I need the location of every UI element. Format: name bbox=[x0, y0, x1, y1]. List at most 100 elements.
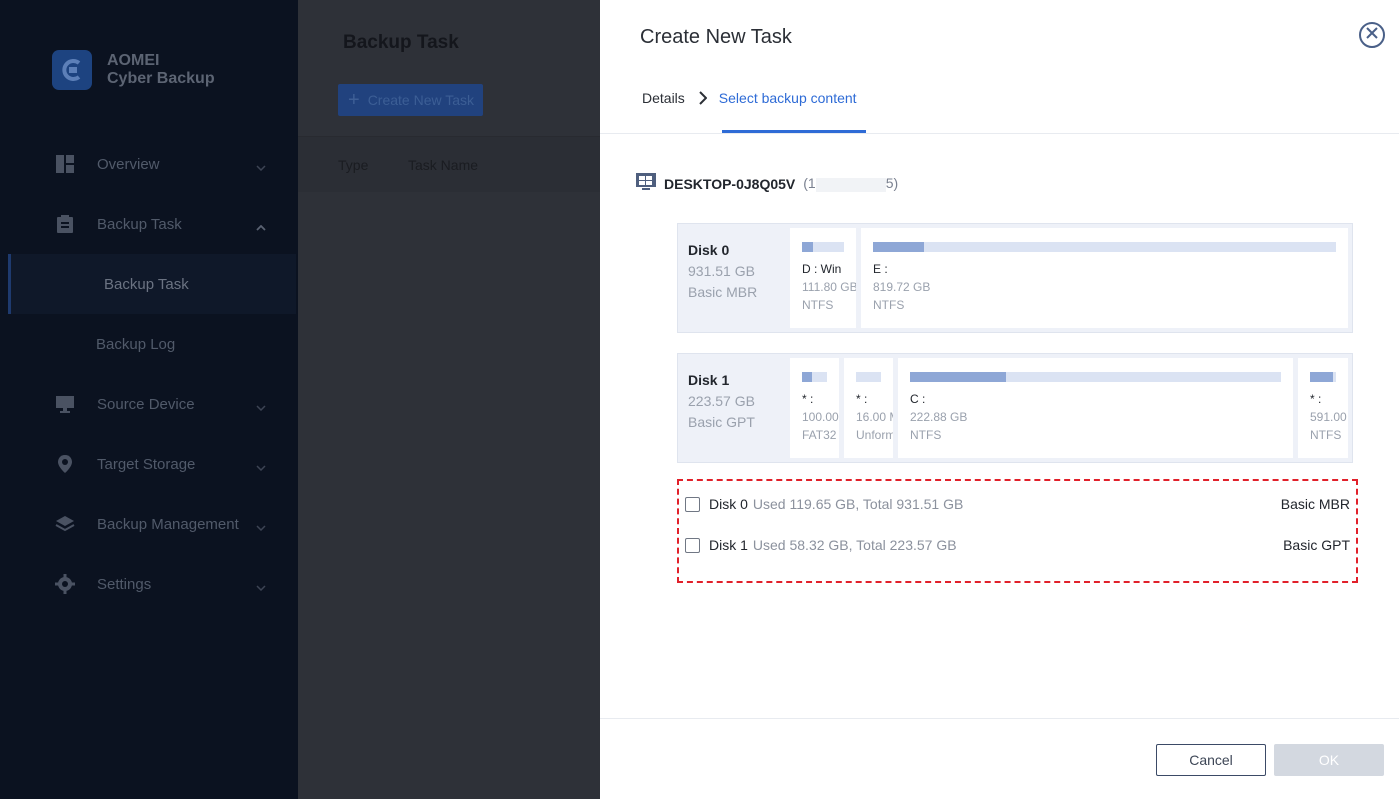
partition-size: 16.00 MB bbox=[856, 410, 893, 424]
disk-1-select-row[interactable]: Disk 1 Used 58.32 GB, Total 223.57 GB Ba… bbox=[685, 534, 1350, 556]
ip-redaction bbox=[815, 177, 886, 192]
partition[interactable]: D : Win 111.80 GB NTFS bbox=[790, 228, 856, 328]
chevron-down-icon bbox=[256, 398, 266, 415]
dashboard-icon bbox=[55, 154, 75, 174]
disk-1-checkbox[interactable] bbox=[685, 537, 700, 553]
chevron-right-icon bbox=[699, 91, 707, 105]
disk-info: Disk 1 223.57 GB Basic GPT bbox=[688, 370, 755, 433]
brand-text: AOMEI Cyber Backup bbox=[107, 52, 215, 88]
device-name: DESKTOP-0J8Q05V bbox=[664, 175, 796, 192]
chevron-down-icon bbox=[256, 458, 266, 475]
cancel-button[interactable]: Cancel bbox=[1156, 744, 1266, 776]
sidebar-item-label: Settings bbox=[97, 575, 152, 593]
partition-label: D : Win bbox=[802, 262, 842, 276]
disk-size: 223.57 GB bbox=[688, 393, 755, 409]
sidebar-item-label: Overview bbox=[97, 155, 160, 173]
partition-label: * : bbox=[802, 392, 814, 406]
partition[interactable]: E : 819.72 GB NTFS bbox=[861, 228, 1348, 328]
step-select-backup-content[interactable]: Select backup content bbox=[719, 90, 857, 106]
sidebar-item-overview[interactable]: Overview bbox=[0, 134, 298, 194]
device-header: DESKTOP-0J8Q05V (1 5) bbox=[636, 173, 898, 194]
device-ip-suffix: 5) bbox=[885, 175, 899, 192]
disk-1-map[interactable]: Disk 1 223.57 GB Basic GPT * : 100.00 MB… bbox=[677, 353, 1353, 463]
partition-fs: NTFS bbox=[910, 428, 942, 442]
disk-select-usage: Used 58.32 GB, Total 223.57 GB bbox=[752, 537, 957, 553]
disk-0-checkbox[interactable] bbox=[685, 496, 700, 512]
partition-fs: FAT32 bbox=[802, 428, 837, 442]
sidebar-item-settings[interactable]: Settings bbox=[0, 554, 298, 614]
chevron-down-icon bbox=[256, 578, 266, 595]
main-content: Backup Task + Create New Task Type Task … bbox=[298, 0, 600, 799]
sidebar-item-backup-task[interactable]: Backup Task bbox=[0, 194, 298, 254]
location-pin-icon bbox=[55, 454, 75, 474]
sidebar: AOMEI Cyber Backup Overview Backup Task … bbox=[0, 0, 298, 799]
column-header-task-name[interactable]: Task Name bbox=[408, 157, 478, 173]
disk-0-map[interactable]: Disk 0 931.51 GB Basic MBR D : Win 111.8… bbox=[677, 223, 1353, 333]
disk-select-usage: Used 119.65 GB, Total 931.51 GB bbox=[752, 496, 964, 512]
dialog-title: Create New Task bbox=[640, 26, 792, 48]
disk-select-type: Basic GPT bbox=[1283, 537, 1350, 553]
partition-fs: NTFS bbox=[802, 298, 834, 312]
column-header-type[interactable]: Type bbox=[338, 157, 368, 173]
usage-bar bbox=[910, 372, 1281, 382]
usage-bar-fill bbox=[802, 242, 813, 252]
partition[interactable]: * : 591.00 MB NTFS bbox=[1298, 358, 1348, 458]
close-button[interactable] bbox=[1359, 22, 1385, 48]
partition[interactable]: * : 100.00 MB FAT32 bbox=[790, 358, 839, 458]
ok-button[interactable]: OK bbox=[1274, 744, 1384, 776]
usage-bar bbox=[802, 242, 844, 252]
partition-label: E : bbox=[873, 262, 888, 276]
disk-size: 931.51 GB bbox=[688, 263, 755, 279]
step-breadcrumb: Details Select backup content bbox=[642, 90, 857, 106]
chevron-down-icon bbox=[256, 518, 266, 535]
partition-label: C : bbox=[910, 392, 926, 406]
brand: AOMEI Cyber Backup bbox=[52, 50, 215, 90]
usage-bar bbox=[1310, 372, 1336, 382]
page-title: Backup Task bbox=[343, 32, 459, 53]
create-task-dialog: Create New Task Details Select backup co… bbox=[600, 0, 1399, 799]
partition-fs: NTFS bbox=[1310, 428, 1342, 442]
sidebar-nav: Overview Backup Task Backup Task Backup … bbox=[0, 134, 298, 614]
create-new-task-button[interactable]: + Create New Task bbox=[338, 84, 483, 116]
sidebar-item-label: Source Device bbox=[97, 395, 195, 413]
usage-bar bbox=[856, 372, 881, 382]
step-details[interactable]: Details bbox=[642, 90, 685, 106]
disk-0-select-row[interactable]: Disk 0 Used 119.65 GB, Total 931.51 GB B… bbox=[685, 493, 1350, 515]
brand-line-1: AOMEI bbox=[107, 52, 160, 69]
sidebar-subitem-backup-task[interactable]: Backup Task bbox=[8, 254, 296, 314]
usage-bar bbox=[802, 372, 827, 382]
usage-bar-fill bbox=[802, 372, 812, 382]
footer-divider bbox=[600, 718, 1399, 719]
sidebar-item-source-device[interactable]: Source Device bbox=[0, 374, 298, 434]
partition-fs: Unformatted bbox=[856, 428, 893, 442]
sidebar-item-label: Backup Task bbox=[97, 215, 182, 233]
disk-type: Basic GPT bbox=[688, 414, 755, 430]
sidebar-item-backup-management[interactable]: Backup Management bbox=[0, 494, 298, 554]
chevron-up-icon bbox=[256, 218, 266, 235]
sidebar-subitem-backup-log[interactable]: Backup Log bbox=[0, 314, 298, 374]
gear-icon bbox=[55, 574, 75, 594]
partition-label: * : bbox=[1310, 392, 1322, 406]
partition-size: 100.00 MB bbox=[802, 410, 839, 424]
disk-select-type: Basic MBR bbox=[1280, 496, 1350, 512]
sidebar-item-target-storage[interactable]: Target Storage bbox=[0, 434, 298, 494]
partition-size: 111.80 GB bbox=[802, 280, 856, 294]
disk-info: Disk 0 931.51 GB Basic MBR bbox=[688, 240, 757, 303]
windows-computer-icon bbox=[636, 173, 656, 194]
device-ip-prefix: (1 bbox=[803, 175, 816, 192]
partition[interactable]: * : 16.00 MB Unformatted bbox=[844, 358, 893, 458]
partition-fs: NTFS bbox=[873, 298, 905, 312]
disk-select-name: Disk 1 bbox=[709, 537, 748, 553]
brand-line-2: Cyber Backup bbox=[107, 70, 215, 87]
sidebar-item-label: Target Storage bbox=[97, 455, 196, 473]
monitor-icon bbox=[55, 394, 75, 414]
disk-select-name: Disk 0 bbox=[709, 496, 748, 512]
device-ip: (1 5) bbox=[803, 175, 899, 192]
plus-icon: + bbox=[348, 89, 360, 111]
header-divider bbox=[600, 133, 1399, 134]
usage-bar-fill bbox=[910, 372, 1007, 382]
partition[interactable]: C : 222.88 GB NTFS bbox=[898, 358, 1293, 458]
partition-size: 222.88 GB bbox=[910, 410, 968, 424]
usage-bar bbox=[873, 242, 1336, 252]
partition-size: 591.00 MB bbox=[1310, 410, 1348, 424]
